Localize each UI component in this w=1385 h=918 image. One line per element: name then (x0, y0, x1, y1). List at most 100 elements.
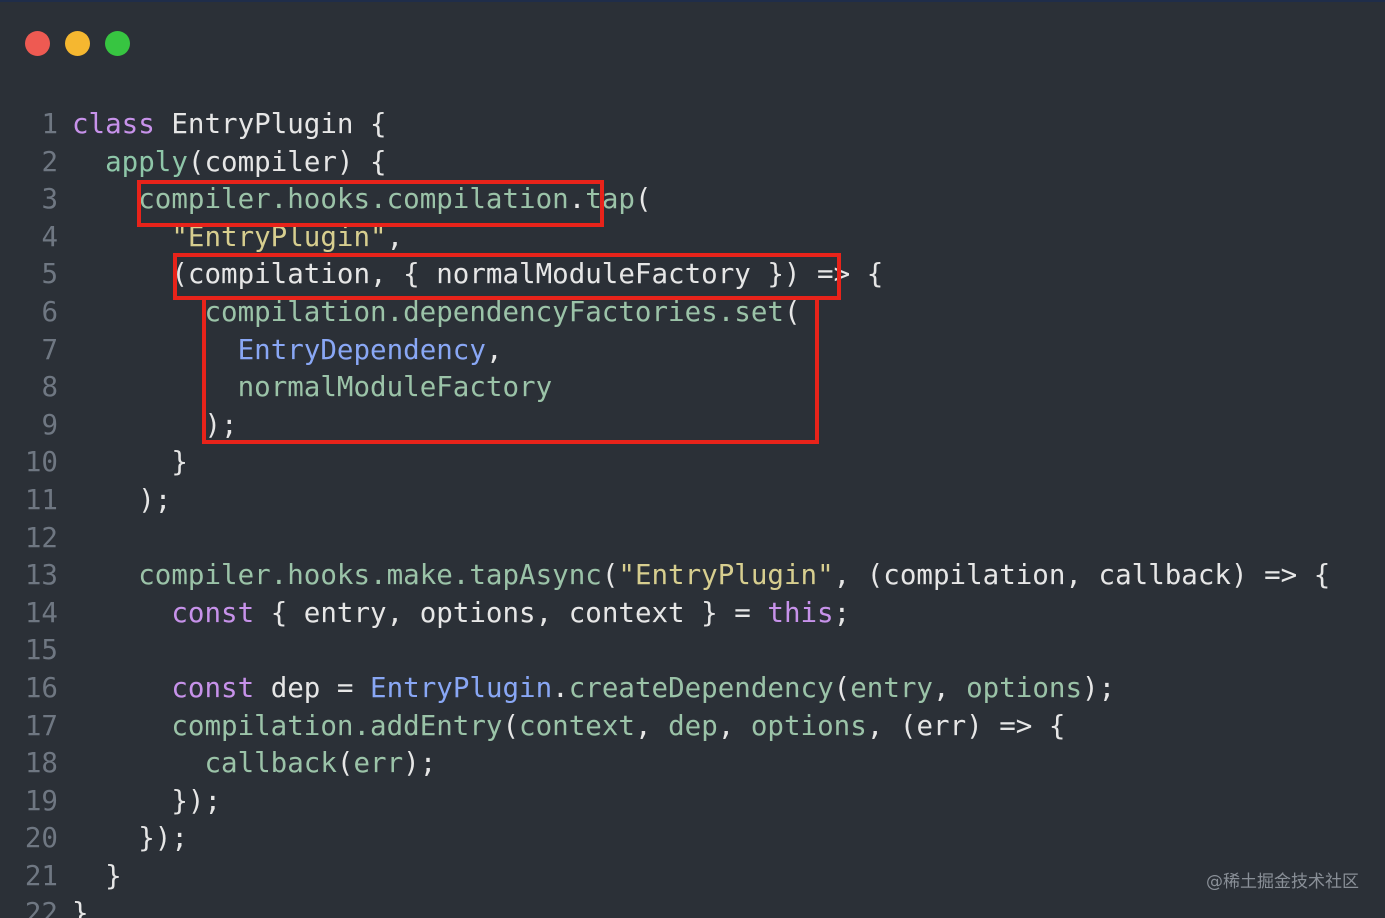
code-token: , (634, 709, 669, 742)
line-number: 4 (41, 220, 58, 253)
code-token: , (933, 671, 967, 704)
code-line: 11 ); (0, 482, 1330, 520)
code-line: 2 apply(compiler) { (0, 144, 1330, 182)
highlight-box-callback-params (173, 253, 841, 300)
code-line: 20 }); (0, 820, 1330, 858)
code-line: 22} (0, 895, 1330, 918)
code-token: EntryPlugin (370, 671, 553, 704)
code-token: . (552, 671, 569, 704)
code-token: { entry, options, context } = (254, 596, 768, 629)
line-number: 21 (24, 859, 58, 892)
highlight-box-dependency-set (202, 296, 819, 444)
code-line: 17 compilation.addEntry(context, dep, op… (0, 708, 1330, 746)
code-token: apply (105, 145, 188, 178)
code-text: } (72, 444, 188, 482)
code-line: 19 }); (0, 783, 1330, 821)
line-number: 17 (24, 709, 58, 742)
code-editor[interactable]: 1 class EntryPlugin {2 apply(compiler) {3… (0, 106, 1330, 918)
code-text: }); (72, 783, 221, 821)
code-token: ( (833, 671, 851, 704)
code-line: 14 const { entry, options, context } = t… (0, 595, 1330, 633)
line-number: 19 (24, 784, 58, 817)
code-token: (compiler) { (187, 145, 387, 178)
close-button[interactable] (25, 31, 50, 56)
code-token: }); (72, 784, 222, 817)
code-line: 21 } (0, 858, 1330, 896)
code-token: entry (850, 671, 933, 704)
maximize-button[interactable] (105, 31, 130, 56)
code-text: class EntryPlugin { (72, 106, 387, 144)
code-text: callback(err); (72, 745, 436, 783)
code-token: compiler.hooks.make.tapAsync (138, 559, 602, 592)
line-number: 16 (24, 671, 58, 704)
code-token: err (353, 747, 404, 780)
line-number: 3 (41, 183, 58, 216)
watermark: @稀土掘金技术社区 (1206, 872, 1359, 892)
line-number: 2 (41, 145, 58, 178)
line-number: 20 (24, 822, 58, 855)
window-controls (25, 31, 130, 56)
code-token: ( (336, 747, 354, 780)
code-token: ( (634, 183, 652, 216)
code-token: context (519, 709, 635, 742)
code-text: ); (72, 482, 171, 520)
line-number: 14 (24, 596, 58, 629)
line-number: 22 (24, 897, 58, 918)
line-number: 13 (24, 559, 58, 592)
line-number: 5 (41, 258, 58, 291)
line-number: 1 (41, 108, 58, 140)
code-text: const dep = EntryPlugin.createDependency… (72, 670, 1115, 708)
top-border (0, 0, 1385, 2)
code-line: 13 compiler.hooks.make.tapAsync("EntryPl… (0, 557, 1330, 595)
code-token: ; (833, 596, 851, 629)
code-token: dep (668, 709, 718, 742)
code-token: options (966, 671, 1083, 704)
code-token: options (750, 709, 867, 742)
code-token: EntryPlugin { (154, 108, 387, 140)
code-token: ); (403, 747, 437, 780)
code-token: , (compilation, callback) => { (833, 559, 1331, 592)
code-line: 12 (0, 520, 1330, 558)
code-text: compiler.hooks.make.tapAsync("EntryPlugi… (72, 557, 1330, 595)
code-token: } (72, 897, 89, 918)
code-text: }); (72, 820, 188, 858)
code-token: } (72, 859, 122, 892)
code-token: , (err) => { (866, 709, 1066, 742)
code-text: const { entry, options, context } = this… (72, 595, 850, 633)
code-token: ); (1082, 671, 1116, 704)
code-token: callback (204, 747, 337, 780)
line-number: 6 (41, 295, 58, 328)
code-token: const (171, 671, 255, 704)
code-token: dep = (254, 671, 371, 704)
code-token: ( (601, 559, 619, 592)
line-number: 18 (24, 747, 58, 780)
code-token: class (72, 108, 155, 140)
line-number: 12 (24, 521, 58, 554)
code-window: 1 class EntryPlugin {2 apply(compiler) {3… (0, 0, 1385, 918)
code-token: } (72, 446, 188, 479)
code-token: ); (72, 483, 172, 516)
highlight-box-compilation-hook (137, 180, 604, 227)
minimize-button[interactable] (65, 31, 90, 56)
code-token: ( (502, 709, 520, 742)
code-token: createDependency (568, 671, 834, 704)
code-text: compilation.addEntry(context, dep, optio… (72, 708, 1065, 746)
code-token: }); (72, 822, 188, 855)
code-text: apply(compiler) { (72, 144, 387, 182)
code-text: } (72, 858, 122, 896)
code-line: 15 (0, 632, 1330, 670)
code-token: , (717, 709, 751, 742)
code-line: 1 class EntryPlugin { (0, 106, 1330, 144)
line-number: 9 (41, 408, 58, 441)
code-line: 16 const dep = EntryPlugin.createDepende… (0, 670, 1330, 708)
code-token: compilation.addEntry (171, 709, 503, 742)
line-number: 10 (24, 446, 58, 479)
line-number: 7 (41, 333, 58, 366)
